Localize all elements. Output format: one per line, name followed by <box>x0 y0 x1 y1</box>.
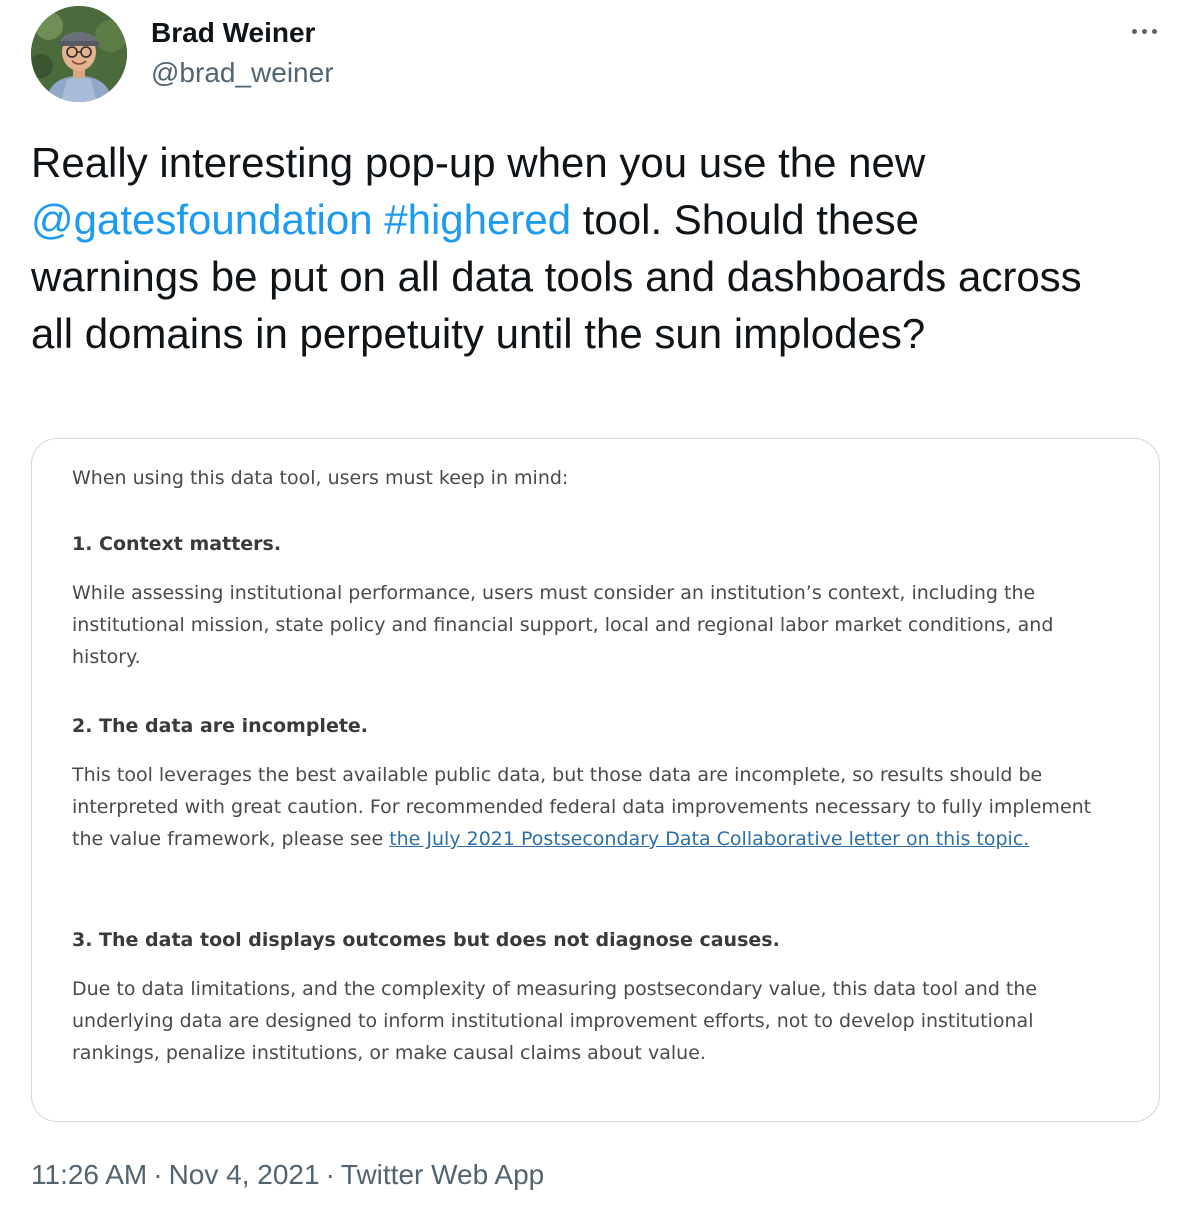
section3-heading: 3. The data tool displays outcomes but d… <box>72 929 780 951</box>
avatar[interactable] <box>31 6 127 102</box>
more-options-button[interactable] <box>1122 16 1166 46</box>
separator-dot: · <box>153 1159 163 1190</box>
more-horizontal-icon-dot <box>1141 28 1147 34</box>
popup-intro: When using this data tool, users must ke… <box>72 467 569 489</box>
tweet-text-space <box>373 196 385 243</box>
attached-image-card[interactable]: When using this data tool, users must ke… <box>31 438 1160 1122</box>
author-name[interactable]: Brad Weiner <box>151 15 315 51</box>
tweet-metadata: 11:26 AM · Nov 4, 2021 · Twitter Web App <box>31 1157 544 1193</box>
section1-heading: 1. Context matters. <box>72 533 282 555</box>
tweet-text: Really interesting pop-up when you use t… <box>31 134 1091 362</box>
mention-link[interactable]: @gatesfoundation <box>31 196 373 243</box>
more-horizontal-icon <box>1131 28 1137 34</box>
section2-heading: 2. The data are incomplete. <box>72 715 369 737</box>
tweet-time[interactable]: 11:26 AM <box>31 1159 147 1190</box>
postsecondary-letter-link[interactable]: the July 2021 Postsecondary Data Collabo… <box>389 828 1029 850</box>
tweet-text-part1: Really interesting pop-up when you use t… <box>31 139 926 186</box>
tweet: Brad Weiner @brad_weiner Really interest… <box>0 0 1192 1206</box>
more-horizontal-icon-dot <box>1151 28 1157 34</box>
section3-body: Due to data limitations, and the complex… <box>72 978 1038 1064</box>
author-handle[interactable]: @brad_weiner <box>151 55 334 91</box>
avatar-photo <box>31 6 127 102</box>
tweet-source[interactable]: Twitter Web App <box>341 1159 544 1190</box>
section2-body: This tool leverages the best available p… <box>72 759 1112 855</box>
separator-dot: · <box>325 1159 335 1190</box>
tweet-date[interactable]: Nov 4, 2021 <box>169 1159 320 1190</box>
hashtag-link[interactable]: #highered <box>384 196 571 243</box>
section1-body: While assessing institutional performanc… <box>72 582 1054 668</box>
